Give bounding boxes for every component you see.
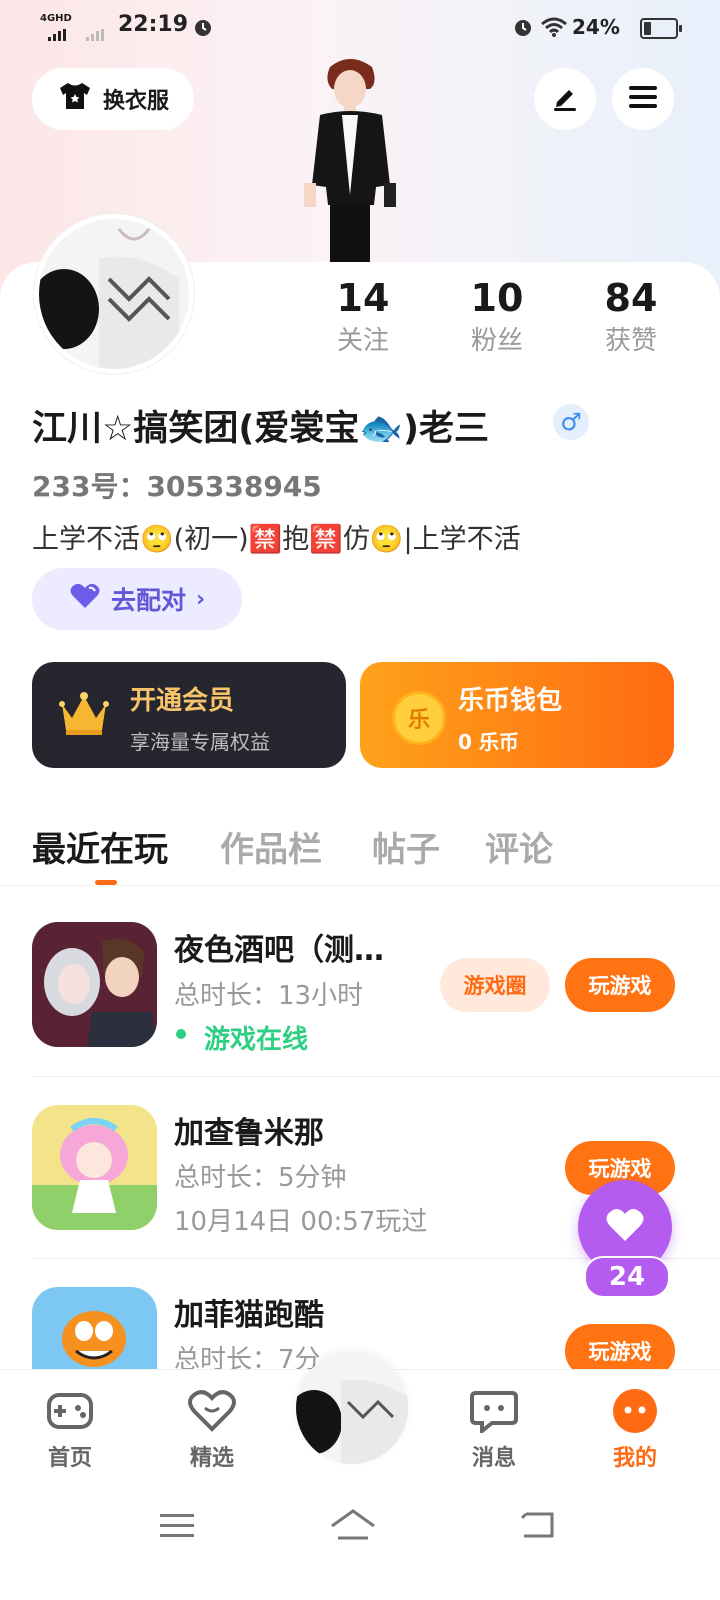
tab-comments[interactable]: 评论 — [485, 822, 553, 871]
game-online-status: 游戏在线 — [204, 1025, 309, 1055]
online-dot — [176, 1029, 186, 1039]
heart-chat-icon — [162, 1388, 262, 1434]
following-count: 14 — [336, 276, 390, 320]
nav-featured-label: 精选 — [189, 1446, 234, 1471]
menu-button[interactable] — [612, 68, 674, 130]
gamepad-icon — [20, 1388, 120, 1434]
alarm-right-icon — [512, 16, 534, 42]
chevron-right-icon: › — [195, 586, 206, 612]
match-label: 去配对 — [110, 586, 186, 615]
profile-bio: 上学不活🙄(初一)🈲抱🈲仿🙄|上学不活 — [32, 524, 521, 555]
male-gender-icon: ♂ — [553, 404, 589, 440]
like-count-badge: 24 — [584, 1256, 670, 1298]
vip-title: 开通会员 — [130, 686, 235, 716]
pen-icon — [550, 82, 580, 116]
crown-icon — [58, 690, 110, 742]
wifi-icon — [540, 16, 568, 42]
wallet-balance: 0 乐币 — [458, 730, 519, 754]
nav-featured[interactable]: 精选 — [162, 1388, 262, 1472]
back-icon[interactable] — [520, 1510, 556, 1544]
signal-2-icon — [86, 26, 104, 45]
tab-posts[interactable]: 帖子 — [372, 822, 440, 871]
avatar[interactable] — [34, 214, 194, 374]
game-circle-button[interactable]: 游戏圈 — [440, 958, 550, 1012]
nav-me[interactable]: 我的 — [585, 1388, 685, 1472]
wallet-card[interactable]: 乐 乐币钱包 0 乐币 — [360, 662, 674, 768]
home-icon[interactable] — [330, 1508, 376, 1546]
hamburger-icon — [628, 84, 658, 114]
network-type: 4GHD — [40, 13, 72, 24]
change-outfit-button[interactable]: 换衣服 — [32, 68, 194, 130]
heart-icon — [69, 582, 101, 616]
wallet-title: 乐币钱包 — [458, 686, 563, 716]
tabs-divider — [0, 885, 720, 886]
user-id: 233号：305338945 — [32, 470, 322, 503]
followers-label: 粉丝 — [470, 326, 523, 356]
nav-home-label: 首页 — [47, 1446, 92, 1471]
game-title[interactable]: 加查鲁米那 — [174, 1108, 324, 1152]
game-duration: 总时长：5分钟 — [174, 1163, 347, 1193]
game-duration: 总时长：13小时 — [174, 981, 364, 1011]
nav-home[interactable]: 首页 — [20, 1388, 120, 1472]
tab-works[interactable]: 作品栏 — [220, 822, 322, 871]
match-button[interactable]: 去配对 › — [32, 568, 242, 630]
signal-icon — [48, 26, 66, 45]
change-outfit-label: 换衣服 — [102, 89, 169, 114]
game-icon-night-bar[interactable] — [32, 922, 157, 1047]
tab-recent-played[interactable]: 最近在玩 — [32, 822, 168, 871]
likes-label: 获赞 — [604, 326, 657, 356]
heart-icon — [605, 1207, 645, 1247]
edit-profile-button[interactable] — [534, 68, 596, 130]
play-game-button[interactable]: 玩游戏 — [565, 958, 675, 1012]
message-icon — [444, 1388, 544, 1434]
followers-count: 10 — [470, 276, 524, 320]
me-icon — [585, 1388, 685, 1434]
game-title[interactable]: 加菲猫跑酷 — [174, 1290, 324, 1334]
likes-count: 84 — [604, 276, 658, 320]
following-stat[interactable]: 14 关注 — [303, 276, 423, 357]
game-last-played: 10月14日 00:57玩过 — [174, 1207, 428, 1237]
avatar-character-figure[interactable] — [290, 55, 410, 265]
profile-name: 江川☆搞笑团(爱裳宝🐟)老三 — [32, 409, 489, 449]
likes-stat[interactable]: 84 获赞 — [571, 276, 691, 357]
alarm-icon — [192, 16, 214, 42]
list-divider — [32, 1076, 720, 1077]
vip-membership-card[interactable]: 开通会员 享海量专属权益 — [32, 662, 346, 768]
nav-me-label: 我的 — [612, 1446, 657, 1471]
nav-messages[interactable]: 消息 — [444, 1388, 544, 1472]
vip-subtitle: 享海量专属权益 — [130, 730, 270, 754]
status-time: 22:19 — [118, 12, 189, 37]
game-icon-gacha-lumina[interactable] — [32, 1105, 157, 1230]
battery-icon — [640, 18, 682, 39]
battery-percent: 24% — [572, 15, 620, 39]
nav-messages-label: 消息 — [471, 1446, 516, 1471]
coin-icon: 乐 — [392, 691, 446, 745]
nav-avatar[interactable] — [296, 1352, 408, 1464]
followers-stat[interactable]: 10 粉丝 — [437, 276, 557, 357]
following-label: 关注 — [336, 326, 389, 356]
tshirt-icon — [57, 81, 93, 117]
recent-apps-icon[interactable] — [160, 1512, 194, 1544]
game-title[interactable]: 夜色酒吧（测… — [174, 925, 384, 969]
